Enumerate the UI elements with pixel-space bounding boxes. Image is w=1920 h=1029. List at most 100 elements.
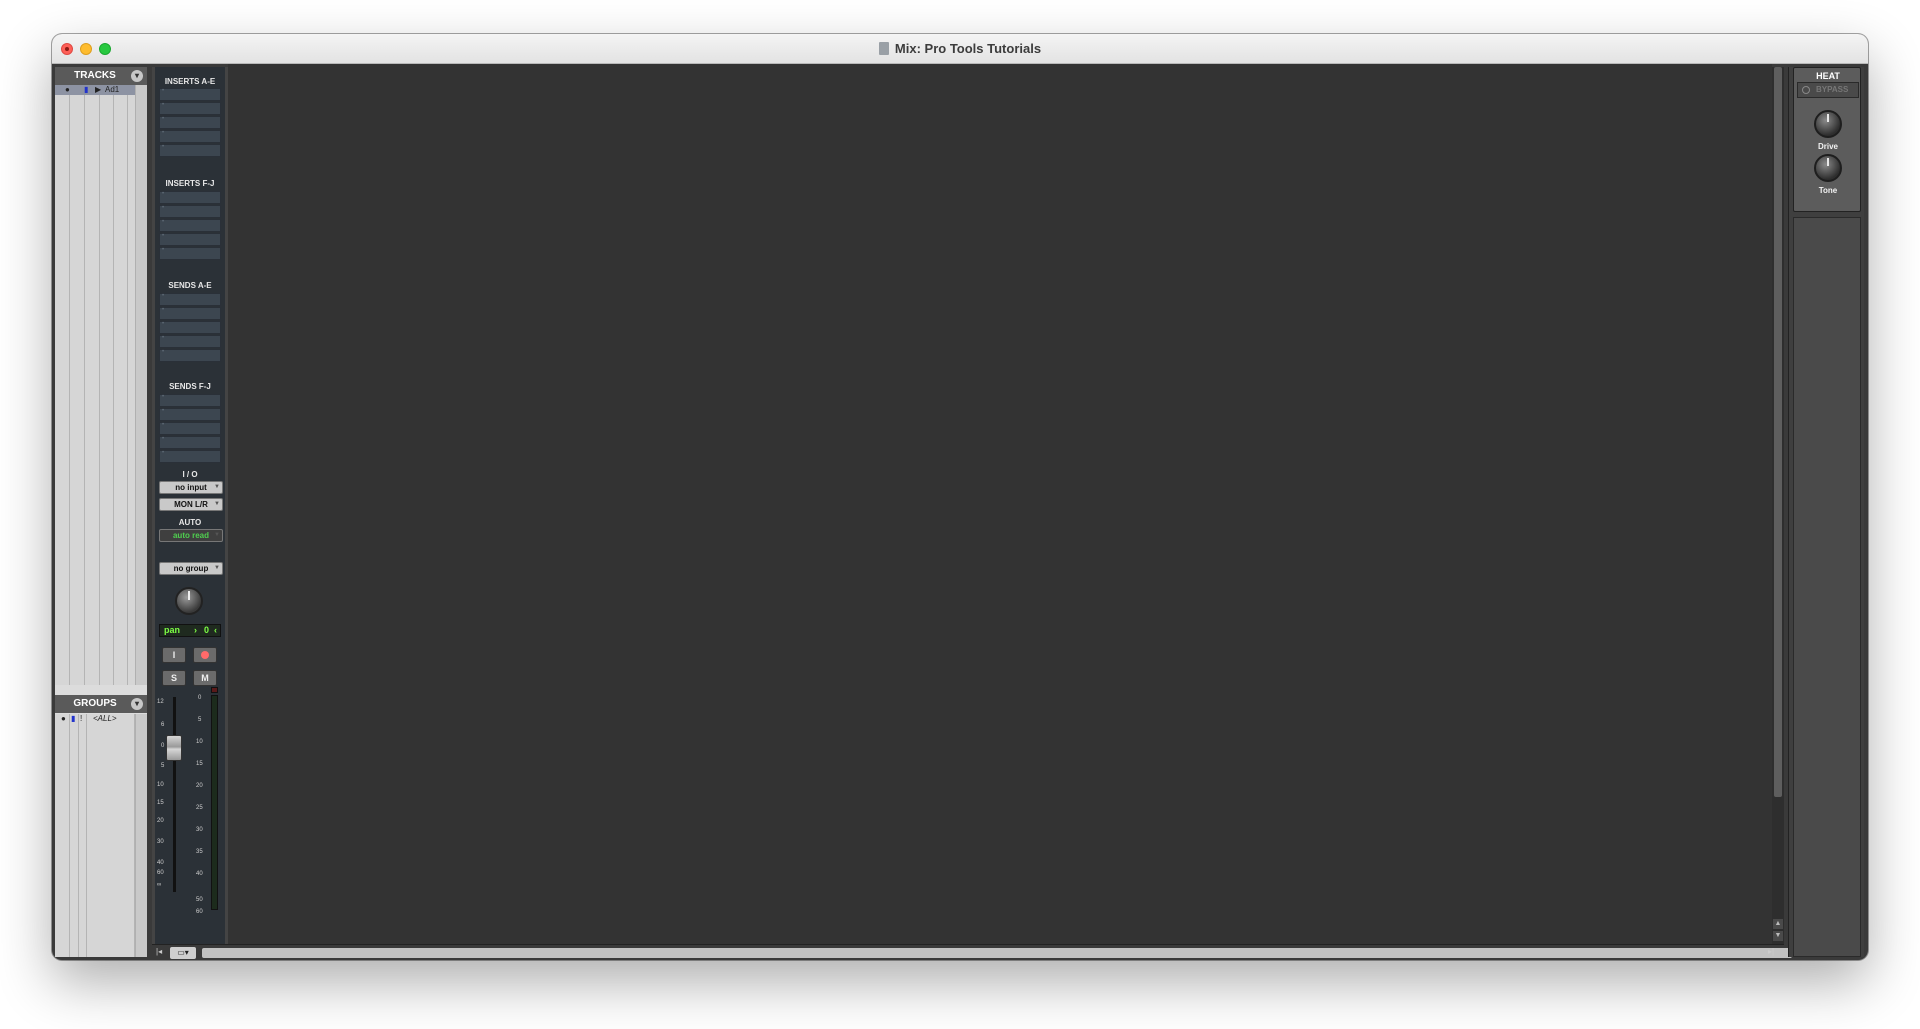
send-slot-h[interactable] [159,422,221,435]
tone-knob[interactable] [1814,154,1842,182]
meter-scale-label: 50 [196,897,203,903]
scroll-up-icon[interactable]: ▲ [1773,919,1783,929]
pan-label: pan [164,625,181,635]
input-monitor-icon: I [172,650,176,660]
inserts-fj-label: INSERTS F-J [165,179,215,188]
chevron-down-icon: ▼ [214,484,220,490]
send-slot-j[interactable] [159,450,221,463]
tone-label: Tone [1818,186,1838,195]
record-enable-button[interactable] [193,647,217,663]
send-slot-f[interactable] [159,394,221,407]
insert-slot-e[interactable] [159,144,221,157]
group-list[interactable]: ● ▮ ! <ALL> [55,714,147,957]
tracks-header-label: TRACKS [74,70,116,81]
chevron-down-icon: ▼ [214,565,220,571]
group-name[interactable]: <ALL> [93,714,117,724]
fader-scale-label: 5 [161,763,165,769]
meter-scale-label: 5 [198,717,202,723]
pan-value: 0 [204,625,210,635]
view-options-icon: ▭▾ [177,948,189,957]
send-slot-i[interactable] [159,436,221,449]
insert-slot-d[interactable] [159,130,221,143]
fader-scale-label: ∞ [157,882,162,888]
view-options-button[interactable]: ▭▾ [170,947,196,959]
groups-menu-icon[interactable]: ▾ [131,698,143,710]
insert-slot-b[interactable] [159,102,221,115]
fader-scale-label: 0 [161,743,165,749]
send-slot-c[interactable] [159,321,221,334]
window-title-text: Mix: Pro Tools Tutorials [894,41,1042,56]
groups-header: GROUPS ▾ [55,695,147,713]
mute-button[interactable]: M [193,670,217,686]
output-selector[interactable]: MON L/R ▼ [159,498,223,511]
automation-mode-selector[interactable]: auto read ▼ [159,529,223,542]
insert-slot-h[interactable] [159,219,221,232]
tracks-menu-icon[interactable]: ▾ [131,70,143,82]
input-selector[interactable]: no input ▼ [159,481,223,494]
insert-slot-g[interactable] [159,205,221,218]
input-selector-label: no input [175,483,207,492]
auto-label: AUTO [178,518,202,527]
vertical-scroll-thumb[interactable] [1774,67,1782,797]
drive-label: Drive [1817,142,1838,151]
track-expand-icon[interactable]: ▶ [95,85,101,95]
chevron-down-icon: ▼ [214,532,220,538]
drive-knob[interactable] [1814,110,1842,138]
scroll-right-end-icon[interactable]: ▸| [1768,947,1774,956]
tracks-header: TRACKS ▾ [55,67,147,85]
heat-title: HEAT [1816,71,1840,81]
inserts-ae-label: INSERTS A-E [164,77,216,86]
group-active-dot[interactable]: ● [61,714,66,724]
horizontal-scroll-thumb[interactable] [202,948,1792,958]
track-row[interactable]: ● ▮ ▶ Ad1 [55,85,135,95]
fader-scale-label: 20 [157,818,164,824]
tracks-scrollbar[interactable] [135,85,147,685]
group-selector[interactable]: no group ▼ [159,562,223,575]
meter-scale-label: 20 [196,783,203,789]
send-slot-g[interactable] [159,408,221,421]
insert-slot-i[interactable] [159,233,221,246]
fader-scale-label: 40 [157,860,164,866]
bypass-button[interactable]: BYPASS [1797,82,1859,98]
groups-header-label: GROUPS [73,698,117,709]
track-type-icon: ▮ [84,85,89,94]
mix-canvas[interactable] [228,64,1772,944]
solo-button[interactable]: S [162,670,186,686]
track-name[interactable]: Ad1 [105,85,119,95]
channel-strip: INSERTS A-E INSERTS F-J SENDS A-E SENDS … [152,67,228,947]
insert-slot-c[interactable] [159,116,221,129]
send-slot-d[interactable] [159,335,221,348]
clip-indicator[interactable] [211,687,218,693]
volume-fader-track[interactable] [173,697,176,892]
horizontal-scrollbar[interactable]: |◂ ▭▾ ▸| [152,944,1792,960]
insert-slot-f[interactable] [159,191,221,204]
fader-scale-label: 10 [157,782,164,788]
insert-slot-j[interactable] [159,247,221,260]
sends-ae-label: SENDS A-E [168,281,212,290]
pan-arrow-icon: › [194,625,197,635]
meter-scale-label: 15 [196,761,203,767]
fader-scale-label: 12 [157,699,164,705]
scroll-down-icon[interactable]: ▼ [1773,931,1783,941]
mix-window: Mix: Pro Tools Tutorials TRACKS ▾ ● ▮ ▶ … [52,34,1868,960]
send-slot-a[interactable] [159,293,221,306]
scroll-left-end-icon[interactable]: |◂ [156,947,162,956]
send-slot-b[interactable] [159,307,221,320]
io-label: I / O [182,470,198,479]
send-slot-e[interactable] [159,349,221,362]
meter-scale-label: 10 [196,739,203,745]
track-show-dot[interactable]: ● [65,85,70,95]
power-icon [1802,86,1810,94]
insert-slot-a[interactable] [159,88,221,101]
plugin-empty-area [1793,217,1861,957]
vertical-scrollbar[interactable]: ▲ ▼ [1772,67,1784,957]
input-monitor-button[interactable]: I [162,647,186,663]
group-row[interactable]: ● ▮ ! <ALL> [55,714,145,724]
bypass-label: BYPASS [1816,85,1849,94]
fader-scale-label: 30 [157,839,164,845]
volume-fader[interactable] [166,735,182,761]
pan-knob[interactable] [175,587,203,615]
track-list[interactable]: ● ▮ ▶ Ad1 [55,85,147,685]
groups-scrollbar[interactable] [135,714,147,957]
pan-readout[interactable]: pan › 0 ‹ [159,624,221,637]
